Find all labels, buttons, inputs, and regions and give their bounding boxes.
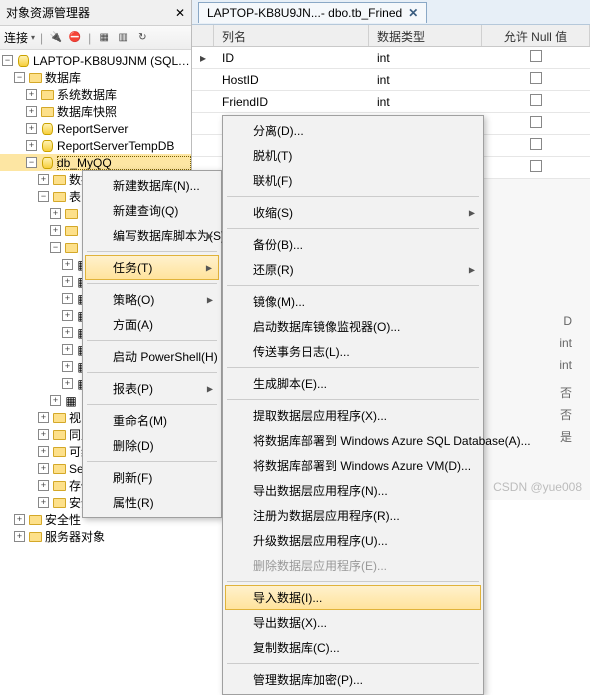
menu-item[interactable]: 刷新(F) (85, 465, 219, 490)
tree-node[interactable]: +系统数据库 (0, 86, 191, 103)
tab-bar: LAPTOP-KB8U9JN...- dbo.tb_Frined ✕ (192, 0, 590, 25)
menu-item[interactable]: 方面(A) (85, 312, 219, 337)
menu-item[interactable]: 镜像(M)... (225, 289, 481, 314)
menu-item[interactable]: 新建数据库(N)... (85, 173, 219, 198)
cell-name[interactable]: ID (214, 51, 369, 65)
menu-item[interactable]: 重命名(M) (85, 408, 219, 433)
db-myqq-node[interactable]: −db_MyQQ (0, 154, 191, 171)
disconnect-icon[interactable]: ⛔ (67, 30, 83, 46)
table-row[interactable]: HostID int (192, 69, 590, 91)
col-null-header: 允许 Null 值 (482, 25, 590, 46)
list-icon[interactable]: ▥ (115, 30, 131, 46)
menu-item[interactable]: 管理数据库加密(P)... (225, 667, 481, 692)
menu-item[interactable]: 脱机(T) (225, 143, 481, 168)
context-menu-database[interactable]: 新建数据库(N)...新建查询(Q)编写数据库脚本为(S) 任务(T) 策略(O)方… (82, 170, 222, 518)
menu-item[interactable]: 生成脚本(E)... (225, 371, 481, 396)
menu-item[interactable]: 传送事务日志(L)... (225, 339, 481, 364)
menu-item[interactable]: 属性(R) (85, 490, 219, 515)
cell-type[interactable]: int (369, 51, 482, 65)
grid-header: 列名 数据类型 允许 Null 值 (192, 25, 590, 47)
tree-node[interactable]: +数据库快照 (0, 103, 191, 120)
menu-item[interactable]: 注册为数据层应用程序(R)... (225, 503, 481, 528)
menu-item[interactable]: 导出数据(X)... (225, 610, 481, 635)
tree-node[interactable]: +ReportServer (0, 120, 191, 137)
watermark: CSDN @yue008 (493, 480, 582, 494)
server-node[interactable]: −LAPTOP-KB8U9JNM (SQL Server (0, 52, 191, 69)
checkbox-icon[interactable] (530, 94, 542, 106)
cell-name[interactable]: HostID (214, 73, 369, 87)
tree-node[interactable]: +服务器对象 (0, 528, 191, 545)
checkbox-icon[interactable] (530, 160, 542, 172)
databases-node[interactable]: −数据库 (0, 69, 191, 86)
menu-item[interactable]: 将数据库部署到 Windows Azure SQL Database(A)... (225, 428, 481, 453)
menu-item[interactable]: 将数据库部署到 Windows Azure VM(D)... (225, 453, 481, 478)
cell-null[interactable] (482, 50, 590, 65)
tab-table-designer[interactable]: LAPTOP-KB8U9JN...- dbo.tb_Frined ✕ (198, 2, 427, 23)
connect-label[interactable]: 连接 (4, 29, 28, 46)
background-hints: Dintint 否否是 (559, 310, 572, 448)
checkbox-icon[interactable] (530, 50, 542, 62)
menu-item[interactable]: 编写数据库脚本为(S) (85, 223, 219, 248)
menu-item[interactable]: 导入数据(I)... (225, 585, 481, 610)
menu-item[interactable]: 升级数据层应用程序(U)... (225, 528, 481, 553)
menu-item[interactable]: 新建查询(Q) (85, 198, 219, 223)
tree-node[interactable]: +ReportServerTempDB (0, 137, 191, 154)
menu-item[interactable]: 启动 PowerShell(H) (85, 344, 219, 369)
menu-item[interactable]: 联机(F) (225, 168, 481, 193)
cell-null[interactable] (482, 72, 590, 87)
menu-item[interactable]: 启动数据库镜像监视器(O)... (225, 314, 481, 339)
filter-icon[interactable]: ▦ (96, 30, 112, 46)
table-row[interactable]: FriendID int (192, 91, 590, 113)
menu-item[interactable]: 分离(D)... (225, 118, 481, 143)
refresh-icon[interactable]: ↻ (134, 30, 150, 46)
cell-type[interactable]: int (369, 95, 482, 109)
menu-item[interactable]: 策略(O) (85, 287, 219, 312)
menu-item[interactable]: 删除(D) (85, 433, 219, 458)
col-name-header: 列名 (214, 25, 369, 46)
pane-close-icon[interactable]: ✕ (175, 6, 185, 20)
pane-title: 对象资源管理器 (6, 4, 90, 21)
menu-item[interactable]: 导出数据层应用程序(N)... (225, 478, 481, 503)
row-selector-icon: ▸ (192, 51, 214, 65)
chevron-down-icon[interactable]: ▾ (31, 33, 35, 42)
tab-label: LAPTOP-KB8U9JN...- dbo.tb_Frined (207, 6, 402, 20)
menu-item: 删除数据层应用程序(E)... (225, 553, 481, 578)
cell-null[interactable] (482, 94, 590, 109)
explorer-toolbar: 连接 ▾ | 🔌 ⛔ | ▦ ▥ ↻ (0, 26, 191, 50)
pane-title-bar: 对象资源管理器 ✕ (0, 0, 191, 26)
checkbox-icon[interactable] (530, 116, 542, 128)
menu-item[interactable]: 报表(P) (85, 376, 219, 401)
col-type-header: 数据类型 (369, 25, 482, 46)
menu-item[interactable]: 还原(R) (225, 257, 481, 282)
close-icon[interactable]: ✕ (408, 6, 418, 20)
checkbox-icon[interactable] (530, 138, 542, 150)
checkbox-icon[interactable] (530, 72, 542, 84)
menu-item[interactable]: 任务(T) (85, 255, 219, 280)
menu-item[interactable]: 收缩(S) (225, 200, 481, 225)
cell-name[interactable]: FriendID (214, 95, 369, 109)
plug-icon[interactable]: 🔌 (48, 30, 64, 46)
cell-type[interactable]: int (369, 73, 482, 87)
menu-item[interactable]: 提取数据层应用程序(X)... (225, 403, 481, 428)
menu-item[interactable]: 复制数据库(C)... (225, 635, 481, 660)
table-row[interactable]: ▸ ID int (192, 47, 590, 69)
menu-item[interactable]: 备份(B)... (225, 232, 481, 257)
submenu-tasks[interactable]: 分离(D)...脱机(T)联机(F) 收缩(S) 备份(B)...还原(R) 镜像(M… (222, 115, 484, 695)
